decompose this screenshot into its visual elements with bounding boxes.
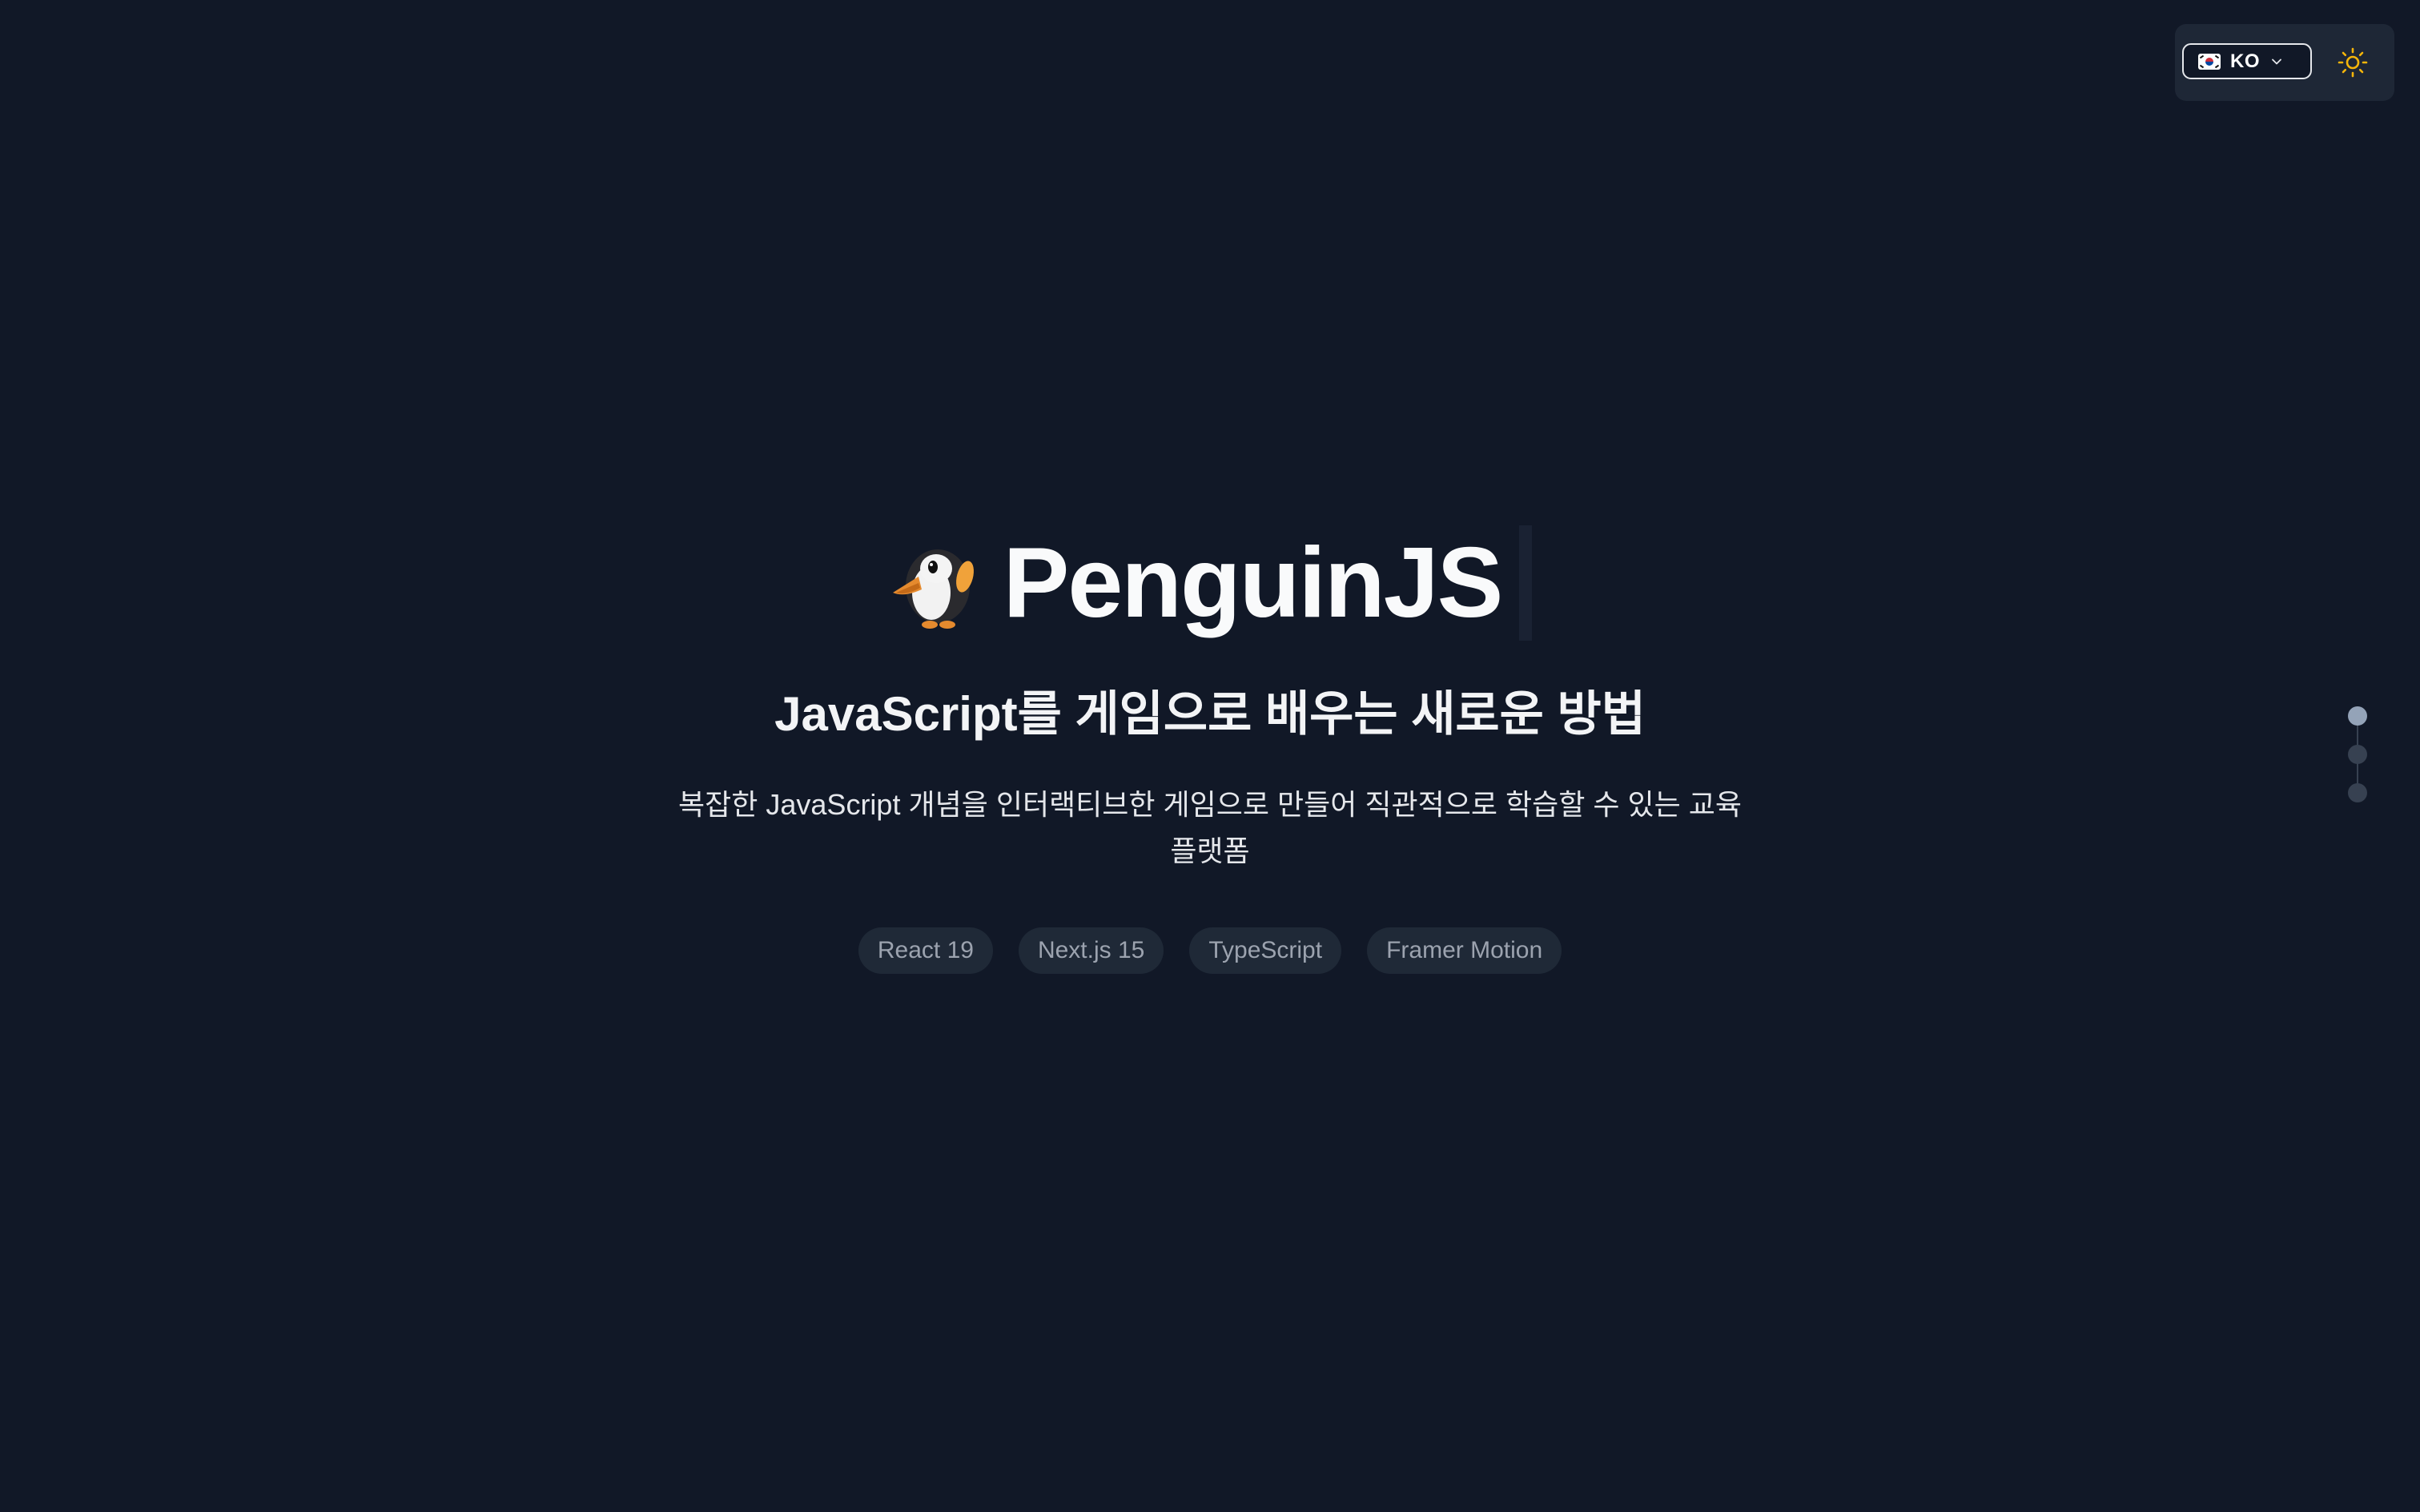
typing-cursor: [1519, 525, 1533, 641]
tech-tag: Next.js 15: [1018, 927, 1164, 974]
tech-tag: React 19: [858, 927, 993, 974]
tech-tag: TypeScript: [1189, 927, 1342, 974]
language-select[interactable]: KO: [2182, 43, 2312, 79]
section-dot[interactable]: [2348, 706, 2367, 726]
brand-title: PenguinJS: [1003, 528, 1504, 638]
tech-tag: Framer Motion: [1367, 927, 1562, 974]
chevron-down-icon: [2272, 58, 2281, 64]
section-dot[interactable]: [2348, 745, 2367, 764]
theme-toggle-button[interactable]: [2334, 43, 2372, 82]
south-korea-flag-icon: [2198, 53, 2221, 70]
hero-title: PenguinJS: [0, 519, 2420, 647]
language-code: KO: [2230, 50, 2260, 72]
penguin-icon: [892, 549, 974, 629]
page: KO PenguinJS JavaScript를 게임으로 배우는 새로운 방법…: [0, 0, 2420, 1512]
sun-icon: [2338, 47, 2368, 78]
tech-tags: React 19 Next.js 15 TypeScript Framer Mo…: [0, 927, 2420, 974]
hero-tagline: JavaScript를 게임으로 배우는 새로운 방법: [774, 687, 1646, 741]
section-dot[interactable]: [2348, 783, 2367, 802]
hero-description: 복잡한 JavaScript 개념을 인터랙티브한 게임으로 만들어 직관적으로…: [678, 788, 1742, 867]
header-controls: KO: [2175, 24, 2394, 101]
